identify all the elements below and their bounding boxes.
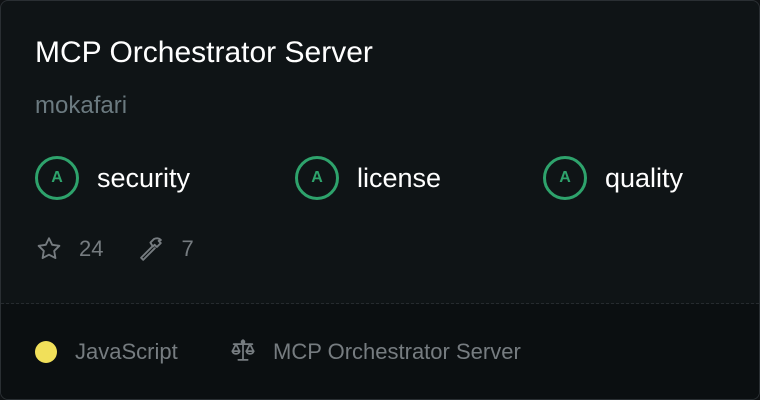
badge-quality: A quality (543, 154, 683, 202)
license-label: MCP Orchestrator Server (273, 339, 521, 364)
language-info: JavaScript (35, 338, 178, 366)
server-title[interactable]: MCP Orchestrator Server (35, 35, 373, 71)
badge-security: A security (35, 154, 190, 202)
language-label: JavaScript (75, 339, 178, 364)
server-card[interactable]: MCP Orchestrator Server mokafari A secur… (0, 0, 760, 400)
stars-stat: 24 (35, 235, 103, 263)
stats-row: 24 7 (35, 233, 194, 265)
hammer-icon (137, 235, 165, 263)
badge-label: license (357, 163, 442, 193)
language-color-dot (35, 341, 57, 363)
license-info: MCP Orchestrator Server (229, 338, 521, 366)
server-author[interactable]: mokafari (35, 91, 127, 121)
scale-icon (229, 336, 257, 369)
card-footer: JavaScript MCP Orchestrator Server (1, 304, 759, 399)
badge-label: quality (605, 163, 684, 193)
star-icon (35, 235, 63, 263)
tools-count: 7 (181, 236, 194, 261)
grade-badge-icon: A (543, 156, 587, 200)
stars-count: 24 (79, 236, 104, 261)
tools-stat: 7 (137, 235, 194, 263)
badge-label: security (97, 163, 191, 193)
grade-badge-icon: A (295, 156, 339, 200)
grade-badge-icon: A (35, 156, 79, 200)
badge-license: A license (295, 154, 441, 202)
